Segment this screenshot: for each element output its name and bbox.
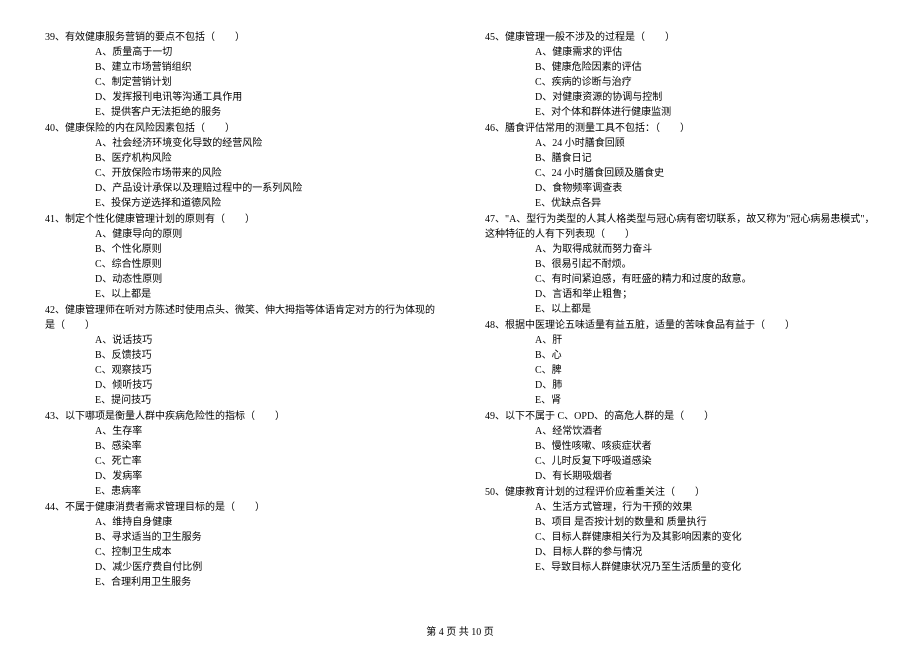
option: C、目标人群健康相关行为及其影响因素的变化: [535, 530, 875, 545]
option: A、为取得成就而努力奋斗: [535, 242, 875, 257]
option: A、经常饮酒者: [535, 424, 875, 439]
option: C、制定营销计划: [95, 75, 435, 90]
question: 40、健康保险的内在风险因素包括（ ）A、社会经济环境变化导致的经营风险B、医疗…: [45, 121, 435, 211]
option: B、医疗机构风险: [95, 151, 435, 166]
question-text: 44、不属于健康消费者需求管理目标的是（ ）: [45, 500, 435, 515]
question: 42、健康管理师在听对方陈述时使用点头、微笑、伸大拇指等体语肯定对方的行为体现的…: [45, 303, 435, 408]
question-text: 45、健康管理一般不涉及的过程是（ ）: [485, 30, 875, 45]
options-list: A、维持自身健康B、寻求适当的卫生服务C、控制卫生成本D、减少医疗费自付比例E、…: [45, 515, 435, 590]
option: B、项目 是否按计划的数量和 质量执行: [535, 515, 875, 530]
option: A、维持自身健康: [95, 515, 435, 530]
option: D、产品设计承保以及理赔过程中的一系列风险: [95, 181, 435, 196]
option: A、24 小时膳食回顾: [535, 136, 875, 151]
option: A、健康导向的原则: [95, 227, 435, 242]
options-list: A、生活方式管理，行为干预的效果B、项目 是否按计划的数量和 质量执行C、目标人…: [485, 500, 875, 575]
option: A、社会经济环境变化导致的经营风险: [95, 136, 435, 151]
options-list: A、说话技巧B、反馈技巧C、观察技巧D、倾听技巧E、提问技巧: [45, 333, 435, 408]
option: D、对健康资源的协调与控制: [535, 90, 875, 105]
option: A、肝: [535, 333, 875, 348]
question-text: 40、健康保险的内在风险因素包括（ ）: [45, 121, 435, 136]
option: E、提供客户无法拒绝的服务: [95, 105, 435, 120]
question-text: 46、膳食评估常用的测量工具不包括：（ ）: [485, 121, 875, 136]
option: D、肺: [535, 378, 875, 393]
options-list: A、生存率B、感染率C、死亡率D、发病率E、患病率: [45, 424, 435, 499]
question: 49、以下不属于 C、OPD、的高危人群的是（ ）A、经常饮酒者B、慢性咳嗽、咳…: [485, 409, 875, 484]
option: B、慢性咳嗽、咳痰症状者: [535, 439, 875, 454]
question-text: 39、有效健康服务营销的要点不包括（ ）: [45, 30, 435, 45]
question-text: 41、制定个性化健康管理计划的原则有（ ）: [45, 212, 435, 227]
option: B、心: [535, 348, 875, 363]
options-list: A、社会经济环境变化导致的经营风险B、医疗机构风险C、开放保险市场带来的风险D、…: [45, 136, 435, 211]
option: D、食物频率调查表: [535, 181, 875, 196]
option: B、很易引起不耐烦。: [535, 257, 875, 272]
option: A、健康需求的评估: [535, 45, 875, 60]
options-list: A、经常饮酒者B、慢性咳嗽、咳痰症状者C、儿时反复下呼吸道感染D、有长期吸烟者: [485, 424, 875, 484]
option: A、生活方式管理，行为干预的效果: [535, 500, 875, 515]
exam-content: 39、有效健康服务营销的要点不包括（ ）A、质量高于一切B、建立市场营销组织C、…: [45, 30, 875, 610]
option: E、对个体和群体进行健康监测: [535, 105, 875, 120]
question-text: 43、以下哪项是衡量人群中疾病危险性的指标（ ）: [45, 409, 435, 424]
page-footer: 第 4 页 共 10 页: [0, 623, 920, 638]
option: E、以上都是: [95, 287, 435, 302]
option: C、控制卫生成本: [95, 545, 435, 560]
option: E、以上都是: [535, 302, 875, 317]
option: C、24 小时膳食回顾及膳食史: [535, 166, 875, 181]
option: D、动态性原则: [95, 272, 435, 287]
question-text: 47、"A、型行为类型的人其人格类型与冠心病有密切联系，故又称为"冠心病易患模式…: [485, 212, 875, 242]
option: B、膳食日记: [535, 151, 875, 166]
option: B、健康危险因素的评估: [535, 60, 875, 75]
option: D、减少医疗费自付比例: [95, 560, 435, 575]
option: E、优缺点各异: [535, 196, 875, 211]
option: E、提问技巧: [95, 393, 435, 408]
options-list: A、质量高于一切B、建立市场营销组织C、制定营销计划D、发挥报刊电讯等沟通工具作…: [45, 45, 435, 120]
question: 44、不属于健康消费者需求管理目标的是（ ）A、维持自身健康B、寻求适当的卫生服…: [45, 500, 435, 590]
options-list: A、肝B、心C、脾D、肺E、肾: [485, 333, 875, 408]
question-text: 42、健康管理师在听对方陈述时使用点头、微笑、伸大拇指等体语肯定对方的行为体现的…: [45, 303, 435, 333]
option: B、个性化原则: [95, 242, 435, 257]
question-text: 50、健康教育计划的过程评价应着重关注（ ）: [485, 485, 875, 500]
option: A、质量高于一切: [95, 45, 435, 60]
option: C、开放保险市场带来的风险: [95, 166, 435, 181]
question-text: 49、以下不属于 C、OPD、的高危人群的是（ ）: [485, 409, 875, 424]
option: B、感染率: [95, 439, 435, 454]
option: C、死亡率: [95, 454, 435, 469]
options-list: A、健康需求的评估B、健康危险因素的评估C、疾病的诊断与治疗D、对健康资源的协调…: [485, 45, 875, 120]
option: D、目标人群的参与情况: [535, 545, 875, 560]
option: E、肾: [535, 393, 875, 408]
option: E、患病率: [95, 484, 435, 499]
question: 47、"A、型行为类型的人其人格类型与冠心病有密切联系，故又称为"冠心病易患模式…: [485, 212, 875, 317]
question: 39、有效健康服务营销的要点不包括（ ）A、质量高于一切B、建立市场营销组织C、…: [45, 30, 435, 120]
option: A、说话技巧: [95, 333, 435, 348]
option: C、有时间紧迫感，有旺盛的精力和过度的敌意。: [535, 272, 875, 287]
option: D、有长期吸烟者: [535, 469, 875, 484]
option: C、儿时反复下呼吸道感染: [535, 454, 875, 469]
option: E、导致目标人群健康状况乃至生活质量的变化: [535, 560, 875, 575]
question-text: 48、根据中医理论五味适量有益五脏，适量的苦味食品有益于（ ）: [485, 318, 875, 333]
options-list: A、24 小时膳食回顾B、膳食日记C、24 小时膳食回顾及膳食史D、食物频率调查…: [485, 136, 875, 211]
question: 45、健康管理一般不涉及的过程是（ ）A、健康需求的评估B、健康危险因素的评估C…: [485, 30, 875, 120]
option: E、投保方逆选择和道德风险: [95, 196, 435, 211]
option: D、言语和举止粗鲁；: [535, 287, 875, 302]
option: B、建立市场营销组织: [95, 60, 435, 75]
option: C、观察技巧: [95, 363, 435, 378]
options-list: A、为取得成就而努力奋斗B、很易引起不耐烦。C、有时间紧迫感，有旺盛的精力和过度…: [485, 242, 875, 317]
options-list: A、健康导向的原则B、个性化原则C、综合性原则D、动态性原则E、以上都是: [45, 227, 435, 302]
option: A、生存率: [95, 424, 435, 439]
option: B、寻求适当的卫生服务: [95, 530, 435, 545]
question: 41、制定个性化健康管理计划的原则有（ ）A、健康导向的原则B、个性化原则C、综…: [45, 212, 435, 302]
option: D、倾听技巧: [95, 378, 435, 393]
option: E、合理利用卫生服务: [95, 575, 435, 590]
option: D、发挥报刊电讯等沟通工具作用: [95, 90, 435, 105]
option: B、反馈技巧: [95, 348, 435, 363]
option: C、脾: [535, 363, 875, 378]
option: C、综合性原则: [95, 257, 435, 272]
question: 43、以下哪项是衡量人群中疾病危险性的指标（ ）A、生存率B、感染率C、死亡率D…: [45, 409, 435, 499]
question: 48、根据中医理论五味适量有益五脏，适量的苦味食品有益于（ ）A、肝B、心C、脾…: [485, 318, 875, 408]
question: 46、膳食评估常用的测量工具不包括：（ ）A、24 小时膳食回顾B、膳食日记C、…: [485, 121, 875, 211]
option: C、疾病的诊断与治疗: [535, 75, 875, 90]
option: D、发病率: [95, 469, 435, 484]
question: 50、健康教育计划的过程评价应着重关注（ ）A、生活方式管理，行为干预的效果B、…: [485, 485, 875, 575]
